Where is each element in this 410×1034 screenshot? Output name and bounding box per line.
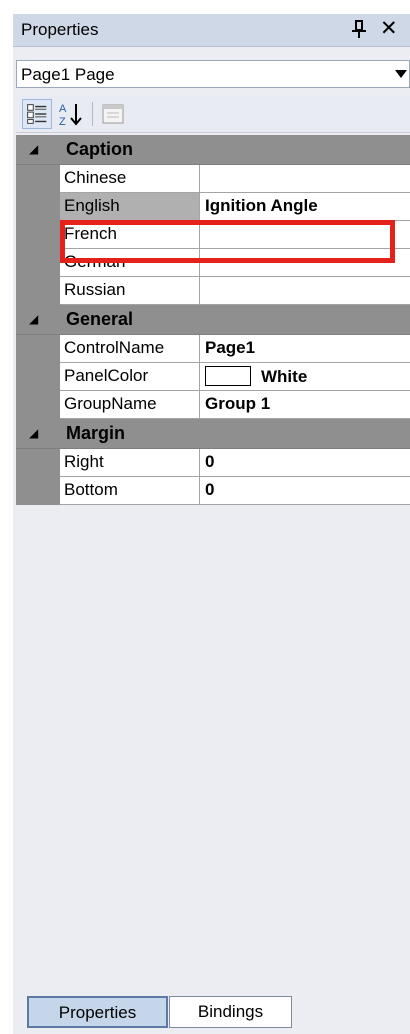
property-name: ControlName — [60, 335, 200, 363]
category-title: Margin — [66, 423, 126, 443]
property-row-groupname[interactable]: GroupName Group 1 — [16, 391, 410, 419]
title-bar: Properties ✕ — [13, 14, 410, 47]
property-row-controlname[interactable]: ControlName Page1 — [16, 335, 410, 363]
collapse-icon[interactable]: ◢ — [29, 312, 38, 326]
pin-icon[interactable] — [350, 19, 368, 39]
property-row-bottom[interactable]: Bottom 0 — [16, 477, 410, 505]
toolbar-separator — [92, 102, 93, 126]
property-value[interactable] — [200, 277, 410, 305]
property-name: GroupName — [60, 391, 200, 419]
category-margin[interactable]: ◢ Margin — [16, 419, 410, 449]
svg-text:A: A — [59, 103, 67, 115]
property-name: English — [60, 193, 200, 221]
property-row-panelcolor[interactable]: PanelColor White — [16, 363, 410, 391]
svg-text:Z: Z — [59, 116, 66, 128]
property-value[interactable] — [200, 221, 410, 249]
dropdown-arrow-icon[interactable] — [395, 70, 407, 78]
property-name: French — [60, 221, 200, 249]
panel-title: Properties — [21, 20, 99, 39]
property-value[interactable]: 0 — [200, 449, 410, 477]
color-swatch — [205, 366, 251, 386]
close-icon[interactable]: ✕ — [380, 17, 398, 41]
property-name: Right — [60, 449, 200, 477]
toolbar: A Z — [16, 96, 410, 133]
property-row-chinese[interactable]: Chinese — [16, 165, 410, 193]
property-row-russian[interactable]: Russian — [16, 277, 410, 305]
property-grid: ◢ Caption Chinese English Ignition Angle… — [16, 135, 410, 505]
properties-panel: Properties ✕ Page1 Page A Z ◢ Caption Ch… — [13, 14, 410, 1034]
property-value[interactable]: Group 1 — [200, 391, 410, 419]
category-general[interactable]: ◢ General — [16, 305, 410, 335]
object-selector[interactable]: Page1 Page — [16, 60, 410, 88]
property-row-german[interactable]: German — [16, 249, 410, 277]
tab-bindings[interactable]: Bindings — [169, 996, 292, 1028]
category-caption[interactable]: ◢ Caption — [16, 135, 410, 165]
property-value-color[interactable]: White — [200, 363, 410, 391]
color-name: White — [261, 367, 308, 386]
property-row-english[interactable]: English Ignition Angle — [16, 193, 410, 221]
category-title: Caption — [66, 139, 133, 159]
property-value[interactable]: 0 — [200, 477, 410, 505]
property-name: PanelColor — [60, 363, 200, 391]
property-name: Bottom — [60, 477, 200, 505]
property-row-right[interactable]: Right 0 — [16, 449, 410, 477]
tab-properties[interactable]: Properties — [27, 996, 168, 1028]
category-title: General — [66, 309, 134, 329]
bottom-tabs: Properties Bindings — [13, 994, 410, 1034]
sort-alphabetical-icon[interactable]: A Z — [56, 99, 86, 129]
collapse-icon[interactable]: ◢ — [29, 426, 38, 440]
property-name: Chinese — [60, 165, 200, 193]
property-pages-icon[interactable] — [98, 99, 128, 129]
property-name: German — [60, 249, 200, 277]
property-name: Russian — [60, 277, 200, 305]
property-value[interactable] — [200, 249, 410, 277]
property-value[interactable]: Ignition Angle — [200, 193, 410, 221]
property-value[interactable]: Page1 — [200, 335, 410, 363]
collapse-icon[interactable]: ◢ — [29, 142, 38, 156]
object-selector-value: Page1 Page — [21, 65, 115, 84]
categorized-icon[interactable] — [22, 99, 52, 129]
property-row-french[interactable]: French — [16, 221, 410, 249]
property-value[interactable] — [200, 165, 410, 193]
